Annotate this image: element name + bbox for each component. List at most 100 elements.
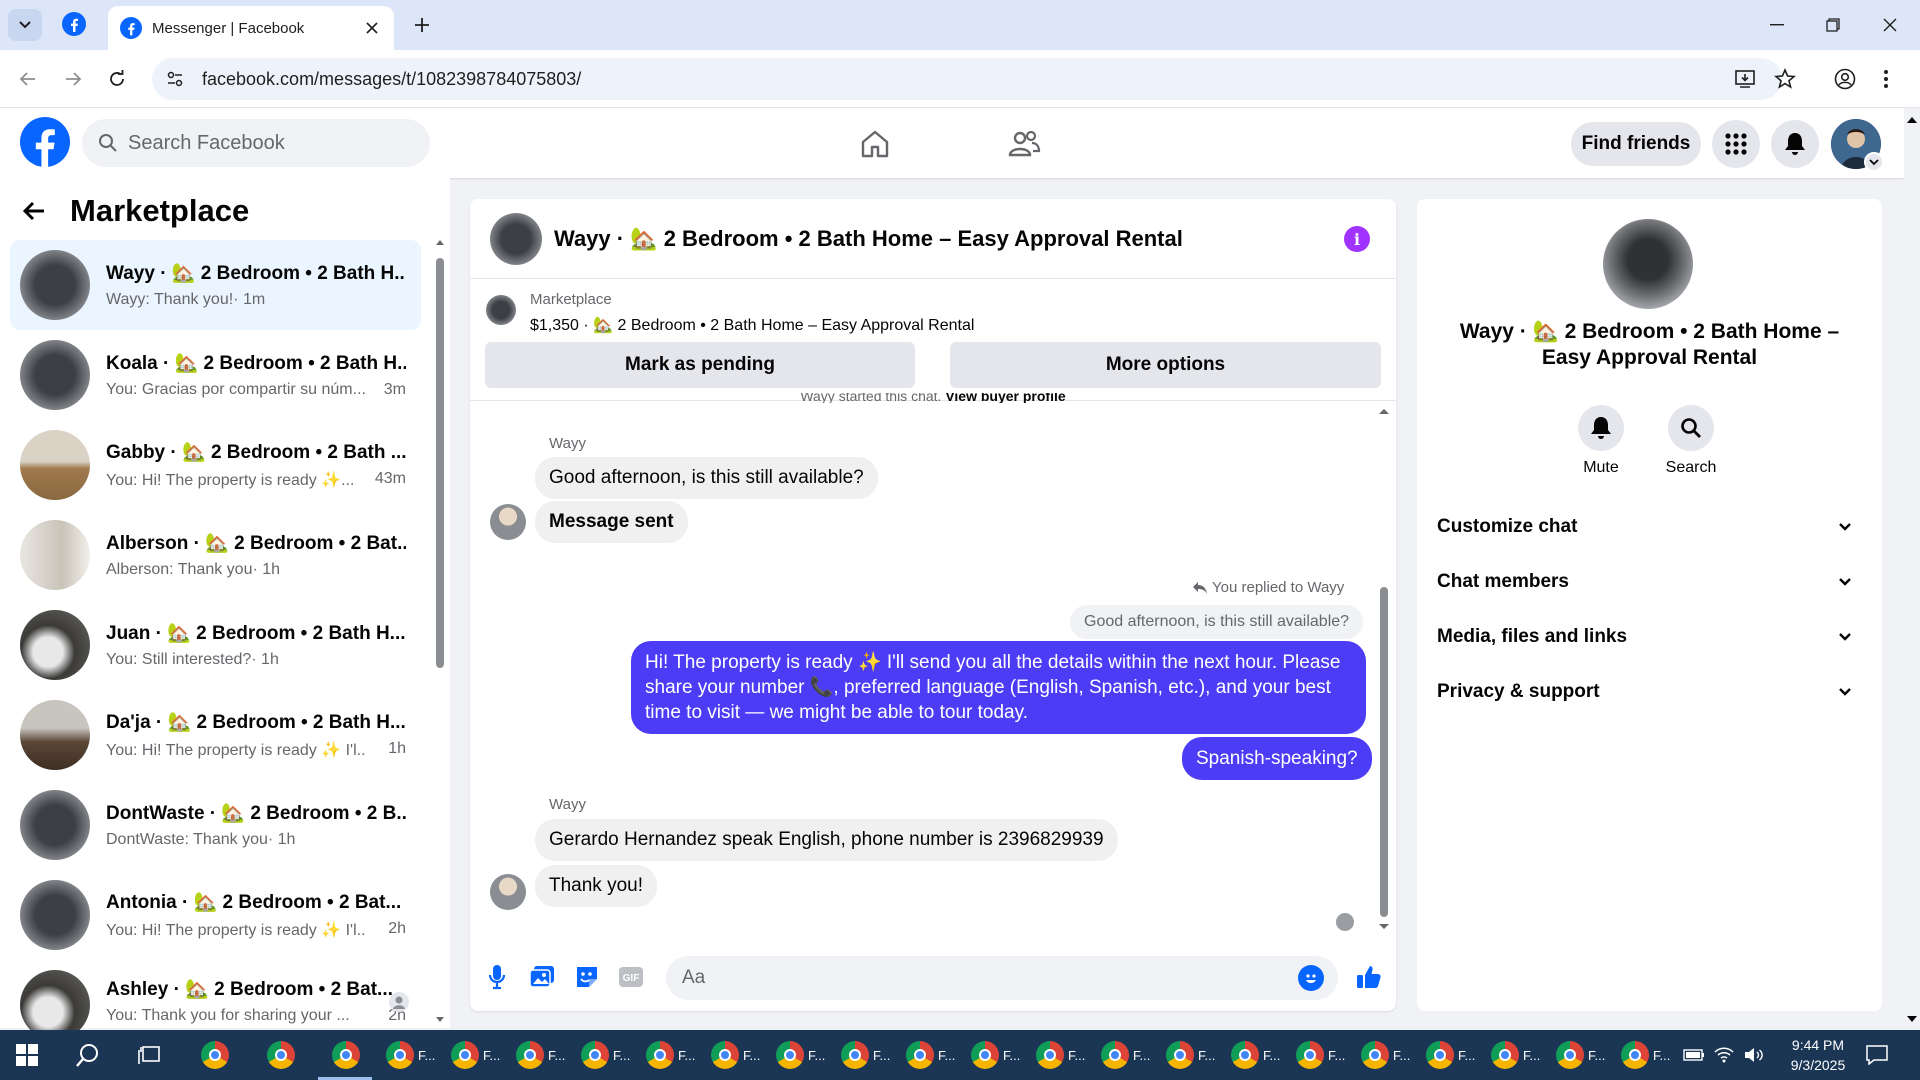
privacy-support-section[interactable]: Privacy & support bbox=[1437, 667, 1862, 717]
address-bar[interactable]: facebook.com/messages/t/1082398784075803… bbox=[152, 58, 1782, 100]
new-tab-button[interactable] bbox=[410, 13, 434, 37]
customize-chat-section[interactable]: Customize chat bbox=[1437, 502, 1862, 552]
battery-icon[interactable] bbox=[1683, 1030, 1705, 1080]
gif-icon[interactable]: GIF bbox=[616, 962, 646, 992]
chrome-window-taskbar-app[interactable]: F... bbox=[581, 1039, 630, 1071]
friends-nav-button[interactable] bbox=[1006, 126, 1042, 162]
forward-button[interactable] bbox=[58, 64, 88, 94]
photo-icon[interactable] bbox=[527, 962, 557, 992]
close-tab-icon[interactable] bbox=[362, 18, 382, 38]
chat-members-section[interactable]: Chat members bbox=[1437, 557, 1862, 607]
chrome-window-taskbar-app[interactable]: F... bbox=[1426, 1039, 1475, 1071]
tab-search-button[interactable] bbox=[8, 9, 42, 41]
chrome-window-taskbar-app[interactable]: F... bbox=[1491, 1039, 1540, 1071]
chrome-window-taskbar-app[interactable]: F... bbox=[386, 1039, 435, 1071]
message-input[interactable] bbox=[682, 967, 1242, 989]
task-view-button[interactable] bbox=[137, 1039, 161, 1071]
chrome-window-taskbar-app[interactable]: F... bbox=[1296, 1039, 1345, 1071]
chrome-window-taskbar-app[interactable]: F... bbox=[906, 1039, 955, 1071]
mute-action[interactable]: Mute bbox=[1561, 405, 1641, 477]
chrome-window-taskbar-app[interactable]: F... bbox=[776, 1039, 825, 1071]
microphone-icon[interactable] bbox=[482, 962, 512, 992]
reload-button[interactable] bbox=[102, 64, 132, 94]
conversation-item[interactable]: DontWaste · 🏡 2 Bedroom • 2 B... DontWas… bbox=[10, 780, 421, 870]
notification-center-icon[interactable] bbox=[1866, 1030, 1888, 1080]
volume-icon[interactable] bbox=[1744, 1030, 1764, 1080]
bookmark-star-icon[interactable] bbox=[1774, 68, 1796, 90]
sender-avatar[interactable] bbox=[490, 874, 526, 910]
scrollbar-thumb[interactable] bbox=[436, 258, 444, 668]
search-taskbar-button[interactable] bbox=[75, 1039, 101, 1071]
chat-title[interactable]: Wayy · 🏡 2 Bedroom • 2 Bath Home – Easy … bbox=[554, 226, 1183, 252]
scrollbar-thumb[interactable] bbox=[1380, 587, 1388, 917]
minimize-button[interactable] bbox=[1763, 12, 1791, 38]
start-button[interactable] bbox=[16, 1044, 38, 1066]
profile-icon[interactable] bbox=[1834, 68, 1856, 90]
view-buyer-profile-link[interactable]: View buyer profile bbox=[945, 393, 1065, 403]
search-action[interactable]: Search bbox=[1651, 405, 1731, 477]
chrome-window-taskbar-app[interactable]: F... bbox=[1556, 1039, 1605, 1071]
menu-button[interactable] bbox=[1712, 120, 1760, 168]
system-clock[interactable]: 9:44 PM 9/3/2025 bbox=[1770, 1035, 1866, 1075]
conversation-item[interactable]: Koala · 🏡 2 Bedroom • 2 Bath H... You: G… bbox=[10, 330, 421, 420]
incoming-message[interactable]: Message sent bbox=[535, 501, 688, 543]
conversation-item[interactable]: Juan · 🏡 2 Bedroom • 2 Bath H... You: St… bbox=[10, 600, 421, 690]
notifications-button[interactable] bbox=[1771, 120, 1819, 168]
conversation-item[interactable]: Antonia · 🏡 2 Bedroom • 2 Bat... You: Hi… bbox=[10, 870, 421, 960]
chrome-window-taskbar-app[interactable]: F... bbox=[1166, 1039, 1215, 1071]
media-files-links-section[interactable]: Media, files and links bbox=[1437, 612, 1862, 662]
chrome-window-taskbar-app[interactable]: F... bbox=[1231, 1039, 1280, 1071]
emoji-icon[interactable] bbox=[1298, 965, 1324, 991]
incoming-message[interactable]: Thank you! bbox=[535, 865, 657, 907]
chrome-window-taskbar-app[interactable]: F... bbox=[711, 1039, 760, 1071]
sidebar-scrollbar[interactable] bbox=[435, 238, 445, 1028]
chrome-taskbar-app[interactable] bbox=[201, 1039, 229, 1071]
restore-button[interactable] bbox=[1819, 12, 1847, 38]
conversation-item[interactable]: Ashley · 🏡 2 Bedroom • 2 Bat... You: Tha… bbox=[10, 960, 421, 1030]
browser-menu-icon[interactable] bbox=[1883, 68, 1893, 90]
conversation-item[interactable]: Da'ja · 🏡 2 Bedroom • 2 Bath H... You: H… bbox=[10, 690, 421, 780]
install-app-icon[interactable] bbox=[1734, 68, 1756, 90]
page-scrollbar[interactable] bbox=[1904, 108, 1920, 1028]
chrome-window-taskbar-app[interactable]: F... bbox=[451, 1039, 500, 1071]
conversation-item[interactable]: Alberson · 🏡 2 Bedroom • 2 Bat... Albers… bbox=[10, 510, 421, 600]
find-friends-button[interactable]: Find friends bbox=[1571, 122, 1701, 166]
sticker-icon[interactable] bbox=[572, 962, 602, 992]
chrome-window-taskbar-app[interactable]: F... bbox=[1101, 1039, 1150, 1071]
mark-as-pending-button[interactable]: Mark as pending bbox=[485, 342, 915, 388]
chrome-window-taskbar-app[interactable]: F... bbox=[1036, 1039, 1085, 1071]
listing-price-title[interactable]: $1,350 · 🏡 2 Bedroom • 2 Bath Home – Eas… bbox=[530, 315, 974, 335]
like-thumb-icon[interactable] bbox=[1354, 962, 1384, 992]
conversation-item[interactable]: Wayy · 🏡 2 Bedroom • 2 Bath H... Wayy: T… bbox=[10, 240, 421, 330]
search-input[interactable] bbox=[128, 131, 408, 155]
chrome-window-taskbar-app[interactable]: F... bbox=[1621, 1039, 1670, 1071]
facebook-search[interactable] bbox=[82, 119, 430, 167]
chrome-window-taskbar-app[interactable]: F... bbox=[971, 1039, 1020, 1071]
account-menu-caret[interactable] bbox=[1864, 152, 1884, 172]
back-button[interactable] bbox=[13, 64, 43, 94]
sender-avatar[interactable] bbox=[490, 504, 526, 540]
facebook-logo[interactable] bbox=[20, 117, 70, 167]
back-arrow-icon[interactable] bbox=[22, 200, 46, 222]
conversation-item[interactable]: Gabby · 🏡 2 Bedroom • 2 Bath ... You: Hi… bbox=[10, 420, 421, 510]
quoted-message[interactable]: Good afternoon, is this still available? bbox=[1070, 605, 1364, 639]
browser-tab-messenger[interactable]: Messenger | Facebook bbox=[108, 6, 394, 50]
chrome-window-taskbar-app[interactable]: F... bbox=[1361, 1039, 1410, 1071]
more-options-button[interactable]: More options bbox=[950, 342, 1381, 388]
wifi-icon[interactable] bbox=[1714, 1030, 1734, 1080]
chat-avatar[interactable] bbox=[490, 212, 542, 265]
chrome-profile-taskbar-app[interactable] bbox=[267, 1039, 295, 1071]
home-nav-button[interactable] bbox=[857, 126, 893, 162]
chrome-window-taskbar-app[interactable]: F... bbox=[516, 1039, 565, 1071]
chrome-window-taskbar-app[interactable]: F... bbox=[841, 1039, 890, 1071]
pinned-tab-facebook[interactable] bbox=[62, 12, 86, 36]
chat-scrollbar[interactable] bbox=[1378, 407, 1390, 937]
outgoing-message[interactable]: Spanish-speaking? bbox=[1182, 737, 1372, 780]
incoming-message[interactable]: Gerardo Hernandez speak English, phone n… bbox=[535, 819, 1118, 861]
info-icon[interactable]: i bbox=[1344, 226, 1370, 252]
incoming-message[interactable]: Good afternoon, is this still available? bbox=[535, 457, 878, 499]
chrome-window-taskbar-app[interactable] bbox=[332, 1039, 360, 1071]
outgoing-message[interactable]: Hi! The property is ready ✨ I'll send yo… bbox=[631, 641, 1366, 734]
close-window-button[interactable] bbox=[1876, 12, 1904, 38]
chrome-window-taskbar-app[interactable]: F... bbox=[646, 1039, 695, 1071]
